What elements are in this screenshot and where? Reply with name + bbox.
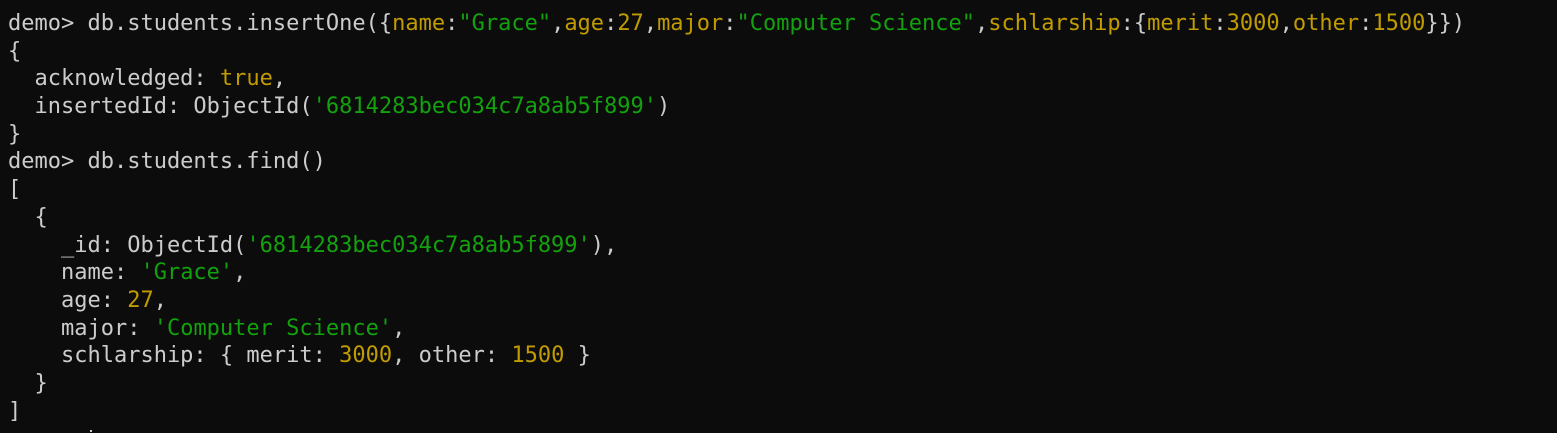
terminal-token: acknowledged: — [8, 66, 220, 92]
terminal-token: "Computer Science" — [736, 11, 975, 36]
terminal-token: 1500 — [511, 343, 565, 369]
terminal-token: schlarship: { merit: — [8, 343, 340, 369]
terminal-line: ] — [8, 398, 1553, 426]
terminal-token: 3000 — [1226, 11, 1280, 36]
terminal-token: [ — [8, 177, 22, 203]
terminal-line: major: 'Computer Science', — [8, 315, 1553, 343]
terminal-token: :{ — [1120, 11, 1148, 36]
terminal-line: schlarship: { merit: 3000, other: 1500 } — [8, 342, 1553, 370]
terminal-token: true — [219, 66, 273, 92]
terminal-token: name — [392, 11, 446, 36]
terminal-token: 27 — [617, 11, 644, 36]
terminal-line: { — [8, 38, 1553, 66]
terminal-token: } — [564, 343, 591, 369]
terminal-token: , — [643, 11, 658, 36]
terminal-token: , — [272, 66, 287, 92]
terminal-token: _id: ObjectId( — [8, 232, 247, 258]
terminal-line: demo> db.students.insertOne({name:"Grace… — [8, 10, 1553, 38]
terminal-token: , other: — [392, 343, 512, 369]
terminal-line: demo> db.students.find() — [8, 148, 1553, 176]
terminal-token: { — [8, 38, 22, 64]
terminal-token: : — [1213, 11, 1227, 36]
terminal-token: : — [445, 11, 459, 36]
terminal-token: merit — [1147, 11, 1214, 36]
terminal-token: other — [1292, 11, 1360, 36]
terminal-token: demo> db.students.insertOne({ — [8, 11, 393, 36]
terminal-token: , — [551, 11, 565, 36]
terminal-token: '6814283bec034c7a8ab5f899' — [312, 94, 658, 120]
terminal-token: : — [723, 11, 737, 36]
terminal-token: name: — [8, 260, 141, 286]
terminal-token: , — [233, 260, 247, 286]
terminal-token: , — [974, 11, 989, 36]
terminal-output[interactable]: demo> db.students.insertOne({name:"Grace… — [8, 10, 1553, 433]
terminal-token: ] — [8, 398, 22, 424]
terminal-token: { — [8, 204, 48, 230]
terminal-token: '6814283bec034c7a8ab5f899' — [246, 232, 591, 258]
terminal-line: acknowledged: true, — [8, 65, 1553, 93]
terminal-token: , — [392, 315, 406, 341]
terminal-token: , — [1279, 11, 1293, 36]
terminal-token: major — [657, 11, 724, 36]
terminal-token: } — [8, 121, 22, 147]
terminal-token: 'Computer Science' — [153, 315, 393, 341]
terminal-token: : — [604, 11, 618, 36]
terminal-token: "Grace" — [458, 11, 552, 36]
terminal-line: _id: ObjectId('6814283bec034c7a8ab5f899'… — [8, 232, 1553, 260]
terminal-token: insertedId: ObjectId( — [8, 94, 313, 120]
terminal-line: } — [8, 370, 1553, 398]
terminal-token: age — [564, 11, 605, 36]
terminal-line: { — [8, 204, 1553, 232]
terminal-line: } — [8, 121, 1553, 149]
terminal-token: } — [8, 370, 48, 396]
terminal-token: age: — [8, 287, 128, 313]
terminal-line: [ — [8, 176, 1553, 204]
terminal-line: name: 'Grace', — [8, 259, 1553, 287]
terminal-token: 27 — [127, 287, 154, 313]
terminal-token: schlarship — [988, 11, 1121, 36]
terminal-line: insertedId: ObjectId('6814283bec034c7a8a… — [8, 93, 1553, 121]
terminal-line: age: 27, — [8, 287, 1553, 315]
terminal-token: 3000 — [339, 343, 393, 369]
terminal-token: }}) — [1425, 11, 1466, 36]
terminal-token: : — [1359, 11, 1373, 36]
terminal-token: 1500 — [1372, 11, 1426, 36]
terminal-token: , — [153, 287, 167, 313]
terminal-token: 'Grace' — [140, 260, 234, 286]
terminal-token: ) — [657, 94, 671, 120]
terminal-token: ), — [590, 232, 618, 258]
text-cursor — [90, 430, 92, 432]
terminal-token: demo> db.students.find() — [8, 149, 326, 175]
terminal-token: major: — [8, 315, 154, 341]
